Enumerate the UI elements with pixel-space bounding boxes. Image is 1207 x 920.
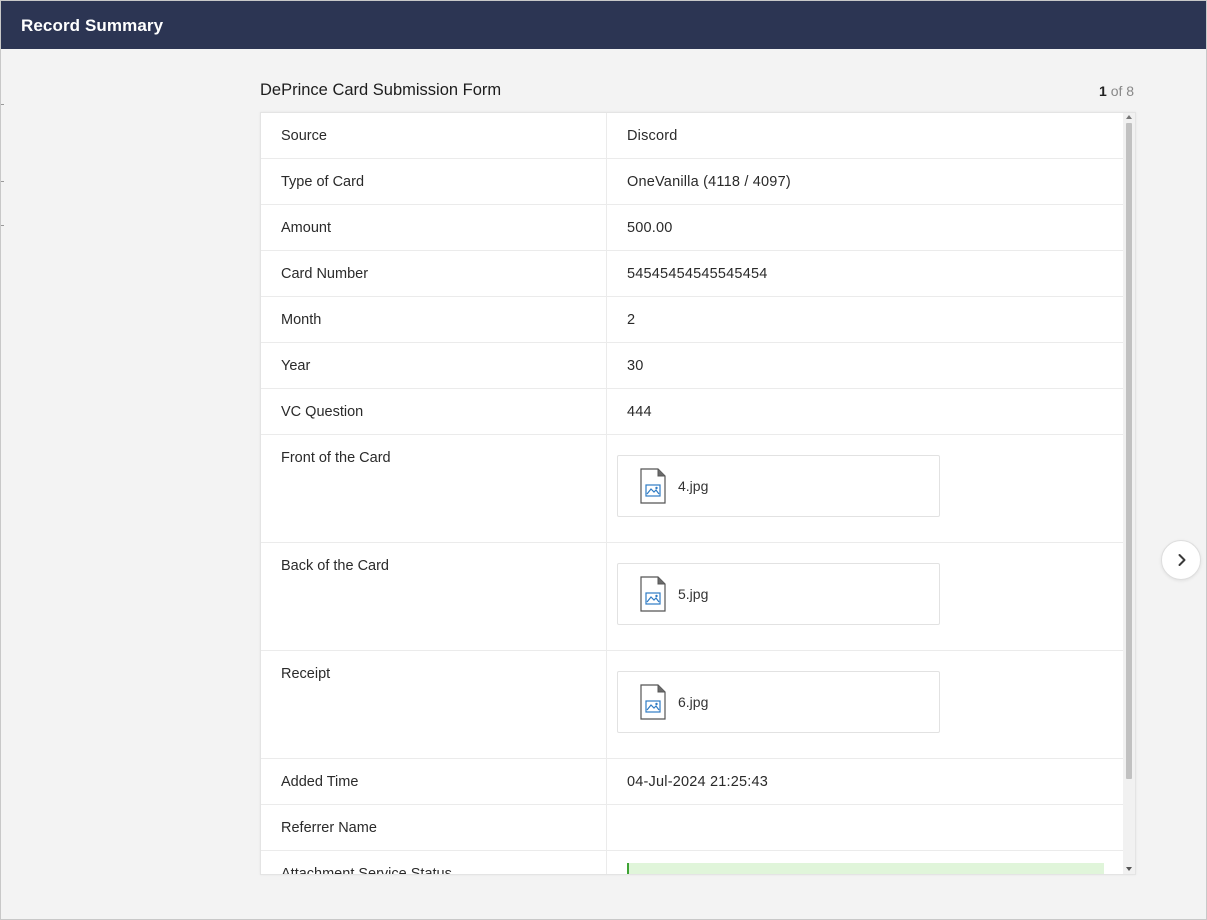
pager-separator: of [1110, 83, 1123, 99]
file-name[interactable]: 5.jpg [678, 586, 708, 602]
scrollbar-thumb[interactable] [1126, 123, 1132, 779]
field-row: VC Question 444 [261, 389, 1125, 435]
side-marker [1, 104, 4, 105]
field-label: Amount [281, 220, 331, 236]
field-row: Added Time 04-Jul-2024 21:25:43 [261, 759, 1125, 805]
field-row: Type of Card OneVanilla (4118 / 4097) [261, 159, 1125, 205]
file-name[interactable]: 6.jpg [678, 694, 708, 710]
column-divider [606, 113, 607, 158]
field-row: Amount 500.00 [261, 205, 1125, 251]
field-row: Attachment Service Status [261, 851, 1125, 875]
status-indicator [627, 863, 1104, 874]
file-name[interactable]: 4.jpg [678, 478, 708, 494]
scroll-down-arrow[interactable] [1126, 867, 1132, 871]
column-divider [606, 389, 607, 434]
column-divider [606, 805, 607, 850]
field-value: Discord [627, 128, 678, 144]
chevron-right-icon [1178, 554, 1186, 566]
column-divider [606, 159, 607, 204]
field-label: Back of the Card [281, 558, 389, 574]
panel-scrollbar[interactable] [1123, 113, 1135, 874]
field-label: Month [281, 312, 322, 328]
side-marker [1, 181, 4, 182]
file-attachment[interactable]: 6.jpg [617, 671, 940, 733]
column-divider [606, 343, 607, 388]
field-row: Referrer Name [261, 805, 1125, 851]
field-value: 30 [627, 358, 644, 374]
column-divider [606, 651, 607, 758]
file-attachment[interactable]: 4.jpg [617, 455, 940, 517]
field-label: Added Time [281, 774, 359, 790]
field-label: Year [281, 358, 311, 374]
form-title: DePrince Card Submission Form [260, 81, 502, 99]
field-value: OneVanilla (4118 / 4097) [627, 174, 791, 190]
field-row: Receipt 6.jpg [261, 651, 1125, 759]
column-divider [606, 851, 607, 874]
image-file-icon [640, 468, 666, 504]
record-details-panel[interactable]: Source Discord Type of Card OneVanilla (411… [260, 112, 1136, 875]
pager-total: 8 [1126, 83, 1135, 99]
field-list: Source Discord Type of Card OneVanilla (411… [261, 113, 1125, 875]
field-value: 500.00 [627, 220, 673, 236]
side-marker [1, 225, 4, 226]
column-divider [606, 435, 607, 542]
image-file-icon [640, 576, 666, 612]
column-divider [606, 297, 607, 342]
pager-current: 1 [1099, 83, 1107, 99]
scroll-up-arrow[interactable] [1126, 115, 1132, 119]
field-row: Year 30 [261, 343, 1125, 389]
column-divider [606, 759, 607, 804]
field-value: 54545454545545454 [627, 266, 768, 282]
column-divider [606, 251, 607, 296]
column-divider [606, 205, 607, 250]
column-divider [606, 543, 607, 650]
field-label: Type of Card [281, 174, 365, 190]
field-label: Attachment Service Status [281, 866, 452, 875]
record-pager: 1 of 8 [1099, 83, 1134, 99]
field-label: Referrer Name [281, 820, 377, 836]
field-label: Card Number [281, 266, 369, 282]
field-label: Receipt [281, 666, 331, 682]
title-bar: Record Summary [1, 1, 1206, 49]
field-value: 04-Jul-2024 21:25:43 [627, 774, 769, 790]
record-summary-window: Record Summary DePrince Card Submission … [0, 0, 1207, 920]
next-record-button[interactable] [1161, 540, 1201, 580]
file-attachment[interactable]: 5.jpg [617, 563, 940, 625]
window-title: Record Summary [21, 16, 164, 35]
field-label: Front of the Card [281, 450, 391, 466]
image-file-icon [640, 684, 666, 720]
field-value: 2 [627, 312, 636, 328]
field-row: Month 2 [261, 297, 1125, 343]
field-row: Back of the Card 5.jpg [261, 543, 1125, 651]
field-row: Front of the Card 4.jpg [261, 435, 1125, 543]
field-label: Source [281, 128, 327, 144]
field-row: Source Discord [261, 113, 1125, 159]
field-value: 444 [627, 404, 652, 420]
field-label: VC Question [281, 404, 364, 420]
field-row: Card Number 54545454545545454 [261, 251, 1125, 297]
